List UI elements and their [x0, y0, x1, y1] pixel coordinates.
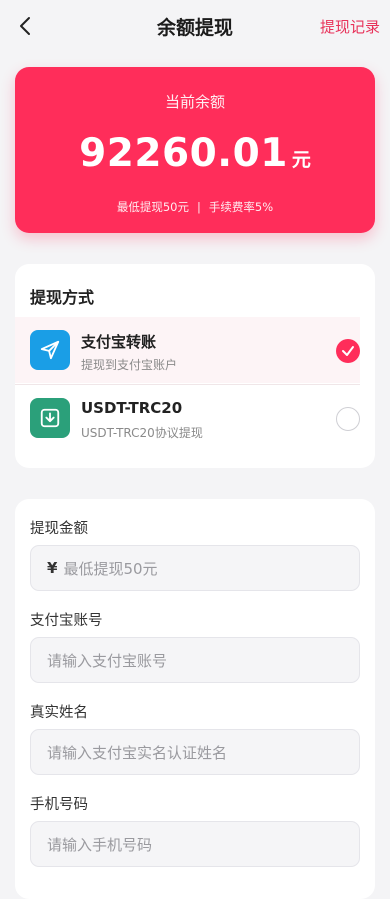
phone-input[interactable]: 请输入手机号码 [30, 821, 360, 867]
check-icon[interactable] [336, 339, 360, 363]
method-desc: USDT-TRC20协议提现 [81, 426, 203, 440]
currency-symbol: ¥ [47, 559, 58, 577]
balance-amount: 92260.01 元 [15, 131, 375, 176]
method-option-usdt[interactable]: USDT-TRC20 USDT-TRC20协议提现 [15, 385, 360, 451]
fee-rate-text: 手续费率5% [208, 200, 274, 214]
min-withdraw-text: 最低提现50元 [116, 200, 189, 214]
alipay-account-input[interactable]: 请输入支付宝账号 [30, 637, 360, 683]
download-icon [30, 398, 70, 438]
phone-placeholder: 请输入手机号码 [47, 835, 153, 854]
alipay-account-label: 支付宝账号 [30, 613, 103, 629]
name-placeholder: 请输入支付宝实名认证姓名 [47, 743, 228, 762]
balance-value: 92260.01 [79, 131, 288, 176]
real-name-label: 真实姓名 [30, 705, 88, 721]
section-title: 提现方式 [30, 288, 95, 307]
method-name: USDT-TRC20 [81, 399, 183, 417]
withdraw-records-link[interactable]: 提现记录 [320, 16, 380, 37]
withdraw-form-card: 提现金额 ¥ 最低提现50元 支付宝账号 请输入支付宝账号 真实姓名 请输入支付宝… [15, 499, 375, 899]
balance-label: 当前余额 [164, 93, 225, 111]
phone-label: 手机号码 [30, 797, 88, 813]
method-name: 支付宝转账 [81, 333, 157, 351]
amount-label: 提现金额 [30, 521, 88, 537]
send-icon [30, 330, 70, 370]
withdraw-method-card: 提现方式 支付宝转账 提现到支付宝账户 USDT-TRC20 USDT-TRC2… [15, 264, 375, 468]
real-name-input[interactable]: 请输入支付宝实名认证姓名 [30, 729, 360, 775]
account-placeholder: 请输入支付宝账号 [47, 651, 168, 670]
radio-unchecked-icon[interactable] [336, 407, 360, 431]
balance-info: 最低提现50元 | 手续费率5% [15, 199, 375, 215]
amount-input[interactable]: ¥ 最低提现50元 [30, 545, 360, 591]
balance-unit: 元 [291, 149, 311, 171]
amount-placeholder: 最低提现50元 [63, 559, 158, 578]
method-option-alipay[interactable]: 支付宝转账 提现到支付宝账户 [15, 317, 360, 383]
method-desc: 提现到支付宝账户 [81, 358, 178, 372]
app-header: 余额提现 提现记录 [0, 0, 390, 52]
balance-card: 当前余额 92260.01 元 最低提现50元 | 手续费率5% [15, 67, 375, 233]
info-separator: | [197, 200, 201, 214]
